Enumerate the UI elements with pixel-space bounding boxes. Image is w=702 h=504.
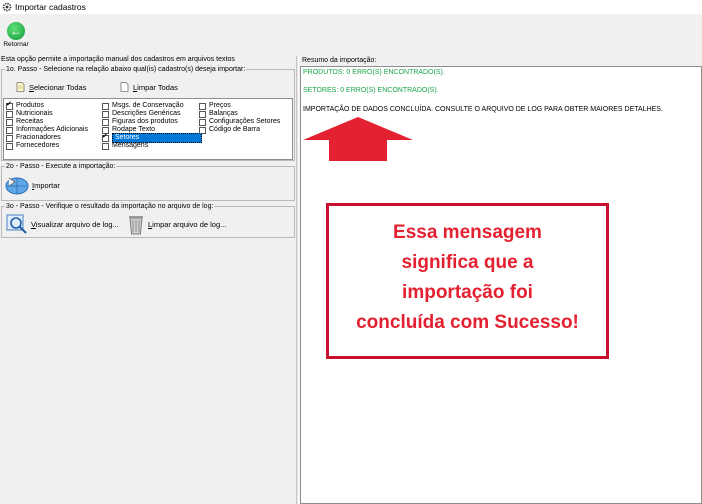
checkbox[interactable]: [6, 134, 13, 142]
list-item[interactable]: Balanças: [199, 110, 238, 118]
step3-label: 3o - Passo - Verifique o resultado da im…: [5, 202, 215, 211]
clear-log-button[interactable]: Limpar arquivo de log...: [127, 213, 226, 235]
toolbar: ← Retornar: [0, 14, 702, 54]
list-item[interactable]: Msgs. de Conservação: [102, 102, 184, 110]
list-item[interactable]: Fornecedores: [6, 142, 59, 150]
list-item[interactable]: Preços: [199, 102, 231, 110]
list-item[interactable]: Fracionadores: [6, 134, 61, 142]
list-item[interactable]: Figuras dos produtos: [102, 118, 178, 126]
annotation-callout: Essa mensagem significa que a importação…: [326, 203, 609, 359]
sectors-result: SETORES: 0 ERRO(S) ENCONTRADO(S).: [303, 87, 439, 94]
checkbox[interactable]: [6, 118, 13, 126]
up-arrow-icon: [303, 117, 413, 161]
import-complete-message: IMPORTAÇÃO DE DADOS CONCLUÍDA. CONSULTE …: [303, 106, 663, 113]
magnifier-icon: [6, 214, 27, 234]
trash-icon: [129, 216, 143, 235]
back-button[interactable]: ← Retornar: [3, 22, 29, 48]
list-item[interactable]: Configurações Setores: [199, 118, 280, 126]
annotation-line: significa que a: [401, 252, 534, 273]
title-bar: Importar cadastros: [0, 0, 702, 14]
list-item[interactable]: Informações Adicionais: [6, 126, 88, 134]
products-result: PRODUTOS: 0 ERRO(S) ENCONTRADO(S).: [303, 69, 445, 76]
list-item[interactable]: Código de Barra: [199, 126, 260, 134]
list-item[interactable]: Produtos: [6, 101, 44, 110]
checkbox[interactable]: [6, 142, 13, 150]
list-item[interactable]: Receitas: [6, 118, 43, 126]
checkbox[interactable]: [102, 142, 109, 150]
annotation-line: concluída com Sucesso!: [356, 312, 579, 333]
list-item[interactable]: Nutricionais: [6, 110, 53, 118]
checkbox[interactable]: [102, 133, 109, 142]
step2-label: 2o - Passo - Execute a importação:: [5, 162, 117, 171]
blank-document-icon: [120, 82, 129, 92]
checkbox[interactable]: [6, 126, 13, 134]
clear-all-button[interactable]: Limpar Todas: [120, 82, 178, 92]
list-item[interactable]: Descrições Genéricas: [102, 110, 180, 118]
gear-icon: [2, 2, 12, 12]
checkbox[interactable]: [102, 110, 109, 118]
summary-label: Resumo da importação:: [302, 57, 377, 64]
checkbox[interactable]: [199, 126, 206, 134]
checkbox[interactable]: [199, 102, 206, 110]
checkbox[interactable]: [102, 102, 109, 110]
panel-splitter[interactable]: [296, 56, 299, 504]
checkbox[interactable]: [6, 101, 13, 110]
checkbox[interactable]: [6, 110, 13, 118]
list-item[interactable]: Mensagens: [102, 142, 148, 150]
checkbox[interactable]: [102, 118, 109, 126]
back-arrow-icon: ←: [7, 22, 25, 40]
annotation-line: Essa mensagem: [393, 222, 542, 243]
back-button-label: Retornar: [3, 41, 29, 48]
registry-checklist: Produtos Nutricionais Receitas Informaçõ…: [3, 98, 293, 160]
import-button[interactable]: Importar: [4, 174, 60, 196]
select-all-button[interactable]: Selecionar Todas: [16, 82, 86, 92]
annotation-line: importação foi: [402, 282, 533, 303]
checkbox[interactable]: [199, 118, 206, 126]
document-icon: [16, 82, 25, 92]
step1-label: 1o. Passo - Selecione na relação abaixo …: [5, 65, 247, 74]
list-item[interactable]: Setores: [102, 133, 202, 143]
intro-text: Esta opção permite a importação manual d…: [1, 56, 235, 63]
checkbox[interactable]: [199, 110, 206, 118]
view-log-button[interactable]: Visualizar arquivo de log...: [6, 214, 119, 234]
window-title: Importar cadastros: [15, 2, 86, 12]
import-globe-icon: [5, 177, 29, 195]
